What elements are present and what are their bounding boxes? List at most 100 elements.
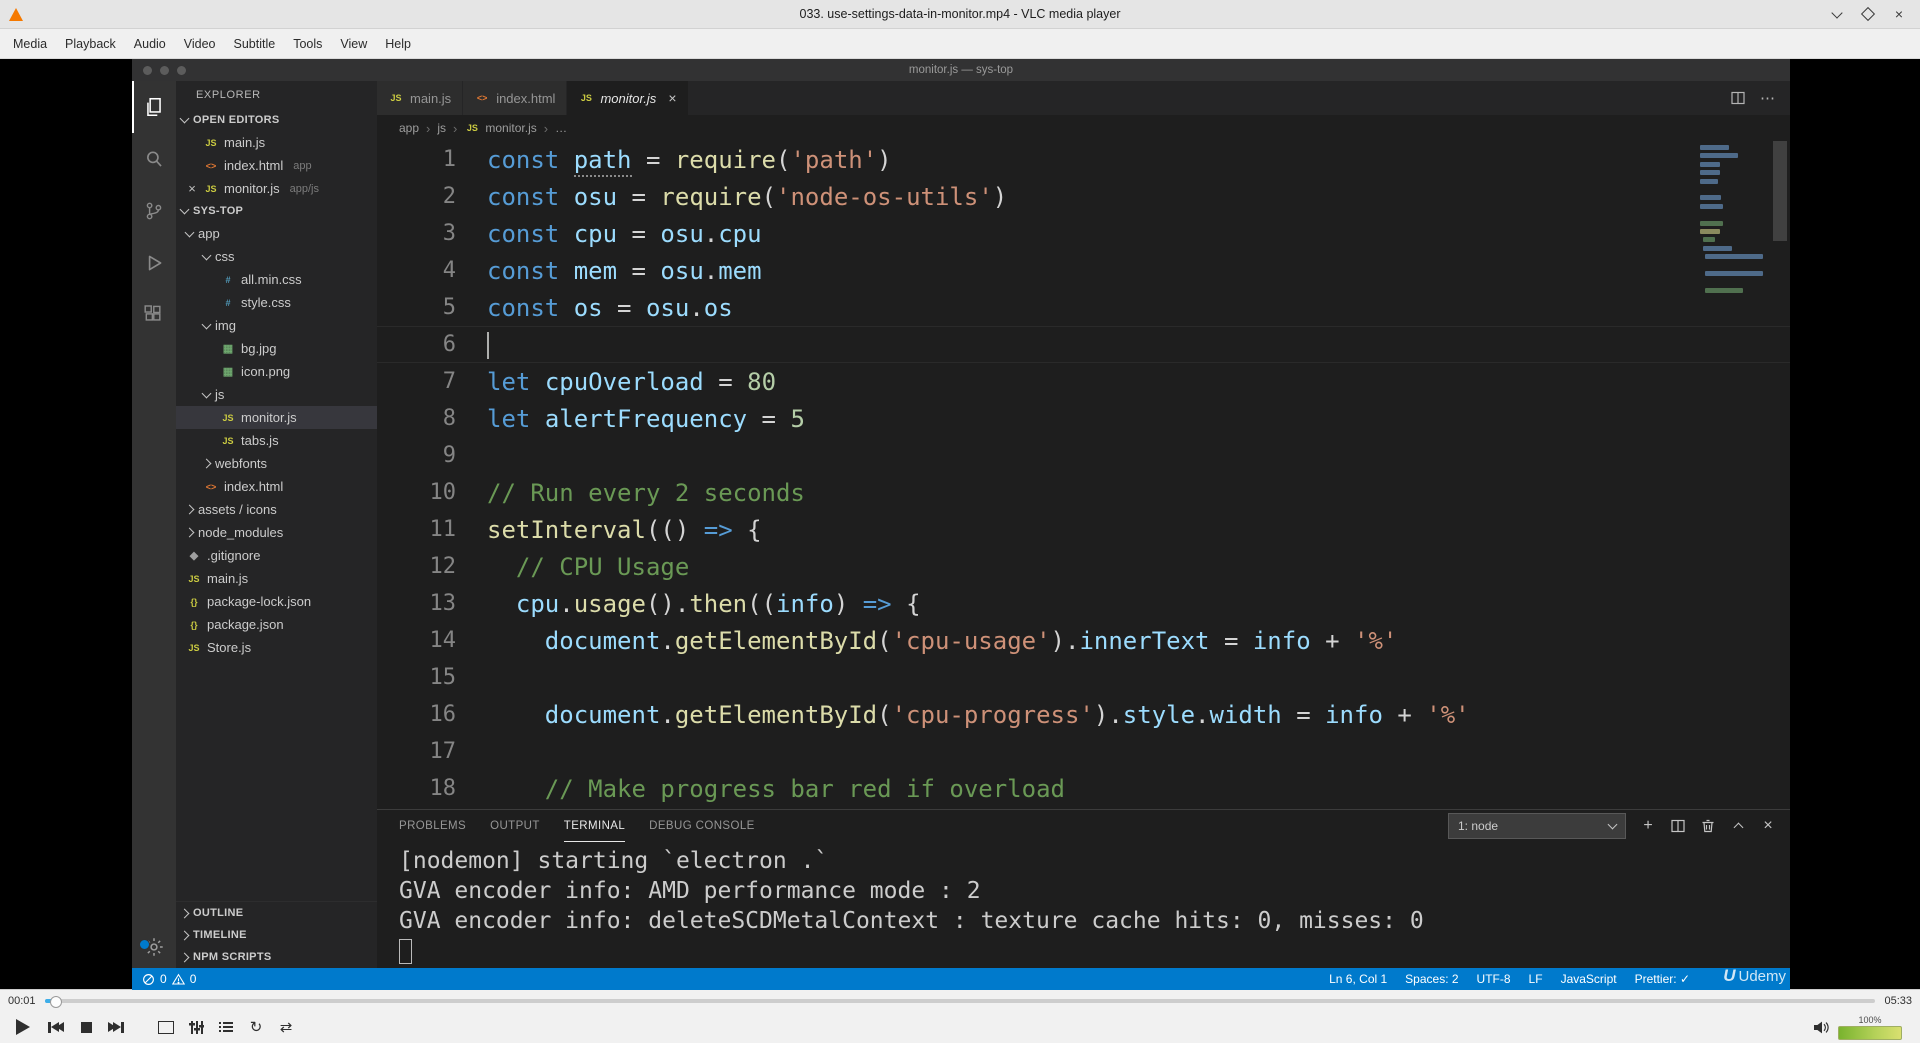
- code-line[interactable]: 1 const path = require('path'): [377, 141, 1790, 178]
- tree-item-app[interactable]: app: [176, 222, 377, 245]
- status-lf[interactable]: LF: [1529, 972, 1543, 986]
- terminal-shell-select[interactable]: 1: node: [1448, 813, 1626, 839]
- code-line[interactable]: 14 document.getElementById('cpu-usage').…: [377, 622, 1790, 659]
- activity-run-debug-button[interactable]: [132, 237, 176, 289]
- tree-item-gitignore[interactable]: ◆ .gitignore: [176, 544, 377, 567]
- activity-source-control-button[interactable]: [132, 185, 176, 237]
- menu-view[interactable]: View: [331, 32, 376, 56]
- tree-item-index-html[interactable]: <> index.html: [176, 475, 377, 498]
- playlist-button[interactable]: [214, 1014, 238, 1040]
- new-terminal-button[interactable]: +: [1640, 818, 1656, 834]
- close-button[interactable]: ×: [1892, 6, 1906, 22]
- tree-item-tabs-js[interactable]: JS tabs.js: [176, 429, 377, 452]
- video-area[interactable]: monitor.js — sys-top EXPLORER OPEN EDITO…: [0, 59, 1920, 990]
- tree-item-monitor-js[interactable]: JS monitor.js: [176, 406, 377, 429]
- activity-explorer-button[interactable]: [132, 81, 176, 133]
- activity-extensions-button[interactable]: [132, 289, 176, 341]
- panel-tab-output[interactable]: OUTPUT: [490, 810, 540, 842]
- code-line[interactable]: 3 const cpu = osu.cpu: [377, 215, 1790, 252]
- code-line[interactable]: 9: [377, 437, 1790, 474]
- activity-search-button[interactable]: [132, 133, 176, 185]
- split-editor-icon[interactable]: [1730, 90, 1746, 106]
- section-timeline[interactable]: TIMELINE: [176, 924, 377, 946]
- tree-item-css[interactable]: css: [176, 245, 377, 268]
- tree-item-package-json[interactable]: {} package.json: [176, 613, 377, 636]
- tab-monitor-js[interactable]: JS monitor.js ×: [567, 81, 689, 115]
- breadcrumb-monitor-js[interactable]: JS monitor.js: [464, 121, 537, 135]
- menu-tools[interactable]: Tools: [284, 32, 331, 56]
- kill-terminal-icon[interactable]: [1700, 818, 1716, 834]
- menu-subtitle[interactable]: Subtitle: [225, 32, 285, 56]
- panel-tab-terminal[interactable]: TERMINAL: [564, 810, 625, 842]
- breadcrumb-app[interactable]: app: [399, 121, 419, 135]
- editor-scrollbar[interactable]: [1773, 141, 1787, 241]
- minimap[interactable]: [1700, 145, 1768, 296]
- fullscreen-button[interactable]: [154, 1014, 178, 1040]
- maximize-button[interactable]: [1860, 6, 1876, 22]
- breadcrumb-js[interactable]: js: [437, 121, 446, 135]
- tree-item-webfonts[interactable]: webfonts: [176, 452, 377, 475]
- code-line[interactable]: 6: [377, 326, 1790, 363]
- code-line[interactable]: 12 // CPU Usage: [377, 548, 1790, 585]
- extended-settings-button[interactable]: [184, 1014, 208, 1040]
- code-line[interactable]: 10 // Run every 2 seconds: [377, 474, 1790, 511]
- tree-item-main-js[interactable]: JS main.js: [176, 567, 377, 590]
- code-line[interactable]: 13 cpu.usage().then((info) => {: [377, 585, 1790, 622]
- close-icon[interactable]: ×: [668, 91, 676, 105]
- tree-item-icon-png[interactable]: ▦ icon.png: [176, 360, 377, 383]
- tree-item-package-lock-json[interactable]: {} package-lock.json: [176, 590, 377, 613]
- code-line[interactable]: 7 let cpuOverload = 80: [377, 363, 1790, 400]
- loop-button[interactable]: ↻: [244, 1014, 268, 1040]
- tree-item-all-min-css[interactable]: # all.min.css: [176, 268, 377, 291]
- problems-status[interactable]: 0 0: [142, 972, 196, 986]
- code-line[interactable]: 15: [377, 659, 1790, 696]
- code-line[interactable]: 5 const os = osu.os: [377, 289, 1790, 326]
- tree-item-js[interactable]: js: [176, 383, 377, 406]
- open-editor-monitor-js[interactable]: × JS monitor.js app/js: [176, 177, 377, 200]
- tree-item-assets-icons[interactable]: assets / icons: [176, 498, 377, 521]
- menu-playback[interactable]: Playback: [56, 32, 125, 56]
- project-section[interactable]: SYS-TOP: [176, 200, 377, 222]
- code-line[interactable]: 17: [377, 733, 1790, 770]
- tree-item-store-js[interactable]: JS Store.js: [176, 636, 377, 659]
- code-line[interactable]: 2 const osu = require('node-os-utils'): [377, 178, 1790, 215]
- next-button[interactable]: [104, 1014, 128, 1040]
- status-ln-6-col-1[interactable]: Ln 6, Col 1: [1329, 972, 1387, 986]
- tab-main-js[interactable]: JS main.js: [377, 81, 464, 115]
- open-editor-index-html[interactable]: <> index.html app: [176, 154, 377, 177]
- split-terminal-icon[interactable]: [1670, 818, 1686, 834]
- open-editors-section[interactable]: OPEN EDITORS: [176, 109, 377, 131]
- tree-item-bg-jpg[interactable]: ▦ bg.jpg: [176, 337, 377, 360]
- play-button[interactable]: [8, 1014, 38, 1040]
- seek-handle[interactable]: [50, 995, 63, 1008]
- menu-video[interactable]: Video: [175, 32, 225, 56]
- code-line[interactable]: 16 document.getElementById('cpu-progress…: [377, 696, 1790, 733]
- close-icon[interactable]: ×: [186, 182, 198, 195]
- tree-item-style-css[interactable]: # style.css: [176, 291, 377, 314]
- code-line[interactable]: 18 // Make progress bar red if overload: [377, 770, 1790, 807]
- terminal-output[interactable]: [nodemon] starting `electron .` GVA encod…: [377, 842, 1790, 968]
- section-outline[interactable]: OUTLINE: [176, 902, 377, 924]
- tree-item-node-modules[interactable]: node_modules: [176, 521, 377, 544]
- maximize-panel-button[interactable]: [1730, 818, 1746, 834]
- breadcrumb-[interactable]: …: [555, 121, 567, 135]
- random-button[interactable]: ⇄: [274, 1014, 298, 1040]
- menu-audio[interactable]: Audio: [125, 32, 175, 56]
- volume-slider[interactable]: [1838, 1025, 1902, 1040]
- manage-button[interactable]: [132, 936, 176, 958]
- code-line[interactable]: 11 setInterval(() => {: [377, 511, 1790, 548]
- code-line[interactable]: 8 let alertFrequency = 5: [377, 400, 1790, 437]
- open-editor-main-js[interactable]: JS main.js: [176, 131, 377, 154]
- status-spaces[interactable]: Spaces: 2: [1405, 972, 1458, 986]
- panel-tab-debug-console[interactable]: DEBUG CONSOLE: [649, 810, 755, 842]
- code-editor[interactable]: 1 const path = require('path') 2 const osu …: [377, 141, 1790, 809]
- tab-index-html[interactable]: <> index.html: [463, 81, 568, 115]
- menu-help[interactable]: Help: [376, 32, 420, 56]
- tree-item-img[interactable]: img: [176, 314, 377, 337]
- status-javascript[interactable]: JavaScript: [1561, 972, 1617, 986]
- panel-tab-problems[interactable]: PROBLEMS: [399, 810, 466, 842]
- status-utf-8[interactable]: UTF-8: [1477, 972, 1511, 986]
- minimize-button[interactable]: [1830, 6, 1844, 21]
- previous-button[interactable]: [44, 1014, 68, 1040]
- close-panel-button[interactable]: ×: [1760, 818, 1776, 834]
